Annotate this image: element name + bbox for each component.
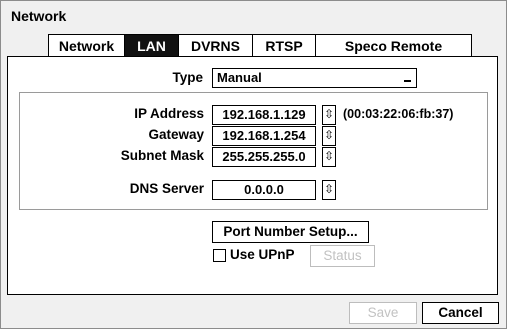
use-upnp-label: Use UPnP: [230, 247, 295, 262]
dns-server-spinner-icon[interactable]: ⇳: [322, 180, 336, 200]
type-select[interactable]: Manual: [212, 68, 417, 88]
dialog-title: Network: [11, 8, 67, 24]
tab-rtsp[interactable]: RTSP: [252, 34, 316, 56]
dropdown-arrow-icon: [404, 78, 411, 82]
dns-server-field[interactable]: 0.0.0.0: [212, 180, 316, 200]
tab-bar: Network LAN DVRNS RTSP Speco Remote: [48, 34, 472, 57]
tab-dvrns[interactable]: DVRNS: [178, 34, 253, 56]
subnet-mask-spinner-icon[interactable]: ⇳: [322, 147, 336, 167]
tab-speco-remote[interactable]: Speco Remote: [315, 34, 472, 56]
save-button[interactable]: Save: [349, 302, 417, 324]
tab-lan[interactable]: LAN: [124, 34, 179, 56]
gateway-field[interactable]: 192.168.1.254: [212, 126, 316, 146]
ip-address-label: IP Address: [134, 106, 204, 121]
port-number-setup-button[interactable]: Port Number Setup...: [212, 221, 369, 243]
gateway-label: Gateway: [148, 127, 204, 142]
type-value: Manual: [217, 70, 262, 85]
use-upnp-checkbox[interactable]: [213, 249, 226, 262]
mac-address-text: (00:03:22:06:fb:37): [343, 107, 454, 121]
type-label: Type: [172, 70, 203, 85]
ip-address-field[interactable]: 192.168.1.129: [212, 105, 316, 125]
network-dialog: Network Network LAN DVRNS RTSP Speco Rem…: [0, 0, 507, 329]
subnet-mask-field[interactable]: 255.255.255.0: [212, 147, 316, 167]
gateway-spinner-icon[interactable]: ⇳: [322, 126, 336, 146]
upnp-status-button[interactable]: Status: [310, 245, 375, 267]
subnet-mask-label: Subnet Mask: [120, 148, 204, 163]
dns-server-label: DNS Server: [129, 181, 204, 196]
lan-panel: Type Manual IP Address 192.168.1.129 ⇳ (…: [7, 56, 498, 295]
ip-address-spinner-icon[interactable]: ⇳: [322, 105, 336, 125]
tab-network[interactable]: Network: [48, 34, 125, 56]
cancel-button[interactable]: Cancel: [422, 302, 499, 324]
ip-settings-group: IP Address 192.168.1.129 ⇳ (00:03:22:06:…: [19, 92, 488, 210]
